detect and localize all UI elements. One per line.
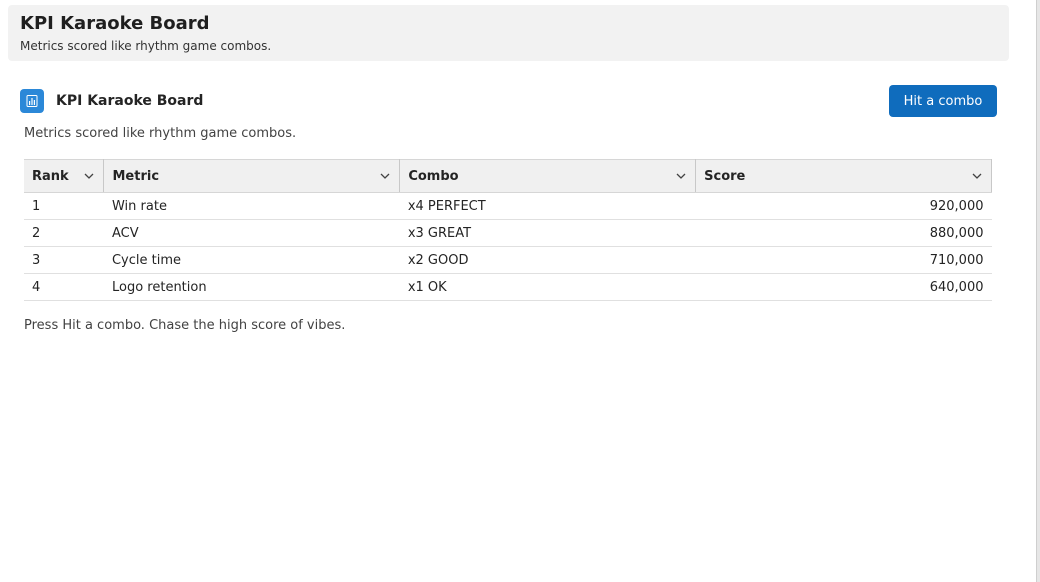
cell-combo: x4 PERFECT	[399, 192, 696, 220]
cell-metric: Logo retention	[103, 273, 400, 301]
cell-score: 880,000	[695, 219, 992, 247]
column-header-combo[interactable]: Combo	[399, 159, 697, 193]
kpi-table: Rank Metric Combo Score 1 Win rate x4 PE…	[24, 159, 992, 301]
column-header-label: Metric	[112, 168, 160, 184]
cell-combo: x2 GOOD	[399, 246, 696, 274]
table-row[interactable]: 3 Cycle time x2 GOOD 710,000	[24, 246, 992, 274]
app-header: KPI Karaoke Board Metrics scored like rh…	[8, 5, 1009, 61]
cell-rank: 1	[24, 192, 104, 220]
chevron-down-icon[interactable]	[83, 170, 95, 182]
window-scrollbar[interactable]	[1036, 0, 1040, 582]
cell-rank: 4	[24, 273, 104, 301]
table-row[interactable]: 1 Win rate x4 PERFECT 920,000	[24, 192, 992, 220]
column-header-metric[interactable]: Metric	[103, 159, 401, 193]
cell-combo: x3 GREAT	[399, 219, 696, 247]
cell-combo: x1 OK	[399, 273, 696, 301]
table-header-row: Rank Metric Combo Score	[24, 159, 992, 193]
column-header-score[interactable]: Score	[695, 159, 992, 193]
cell-score: 710,000	[695, 246, 992, 274]
column-header-rank[interactable]: Rank	[24, 159, 105, 193]
table-row[interactable]: 4 Logo retention x1 OK 640,000	[24, 273, 992, 301]
hit-a-combo-button[interactable]: Hit a combo	[889, 85, 997, 117]
table-row[interactable]: 2 ACV x3 GREAT 880,000	[24, 219, 992, 247]
cell-metric: ACV	[103, 219, 400, 247]
app-title: KPI Karaoke Board	[20, 13, 210, 34]
column-header-label: Combo	[408, 168, 459, 184]
column-header-label: Score	[704, 168, 746, 184]
footer-note: Press Hit a combo. Chase the high score …	[24, 318, 346, 333]
card-title-row: KPI Karaoke Board	[20, 89, 203, 113]
chevron-down-icon[interactable]	[675, 170, 687, 182]
bar-chart-icon	[20, 89, 44, 113]
cell-metric: Cycle time	[103, 246, 400, 274]
card-title: KPI Karaoke Board	[56, 93, 204, 109]
cell-score: 920,000	[695, 192, 992, 220]
card-description: Metrics scored like rhythm game combos.	[24, 126, 297, 141]
page: KPI Karaoke Board Metrics scored like rh…	[0, 0, 1040, 582]
cell-score: 640,000	[695, 273, 992, 301]
cell-rank: 2	[24, 219, 104, 247]
cell-metric: Win rate	[103, 192, 400, 220]
chevron-down-icon[interactable]	[971, 170, 983, 182]
chevron-down-icon[interactable]	[379, 170, 391, 182]
column-header-label: Rank	[32, 168, 69, 184]
app-subtitle: Metrics scored like rhythm game combos.	[20, 39, 272, 53]
cell-rank: 3	[24, 246, 104, 274]
